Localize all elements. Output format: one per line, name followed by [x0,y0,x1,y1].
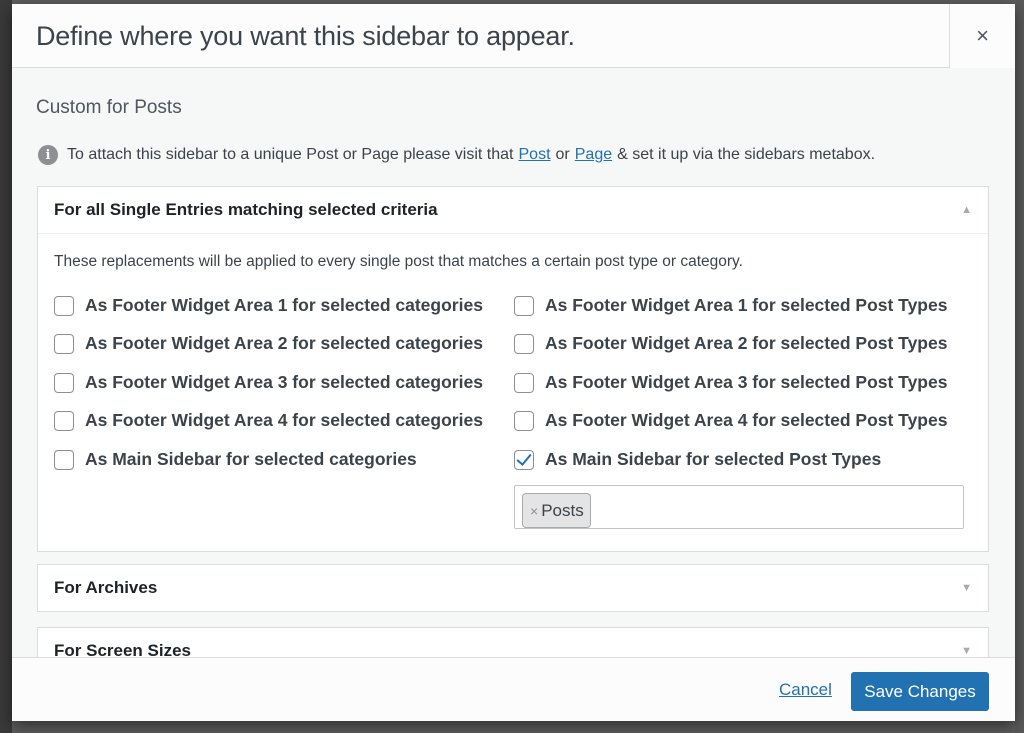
modal-body: Custom for Posts i To attach this sideba… [12,69,1015,657]
expand-arrow-icon: ▼ [961,645,972,657]
close-button[interactable]: × [949,4,1015,68]
option-area: As Footer Widget Area 2 [85,333,288,353]
option-suffix: for selected Post Types [752,295,948,315]
option-suffix: for selected Post Types [752,333,948,353]
option-suffix: for selected categories [226,449,417,469]
option-area: As Footer Widget Area 2 [545,333,748,353]
info-text-or: or [555,146,570,163]
option-footer-4-categories[interactable]: As Footer Widget Area 4 for selected cat… [54,410,483,431]
checkbox-checked[interactable] [514,449,534,470]
modal-title: Define where you want this sidebar to ap… [36,21,575,51]
page-link[interactable]: Page [575,146,612,164]
modal-footer: Cancel Save Changes [12,657,1015,721]
archives-panel: For Archives ▼ [37,564,989,612]
option-suffix: for selected categories [292,333,483,353]
backdrop-left [0,0,12,733]
option-main-sidebar-post-types[interactable]: As Main Sidebar for selected Post Types [514,449,881,470]
sidebar-location-modal: Define where you want this sidebar to ap… [12,4,1015,721]
collapse-arrow-icon: ▲ [961,204,972,216]
single-entries-panel-content: These replacements will be applied to ev… [38,233,988,551]
checkbox[interactable] [54,410,74,431]
info-icon: i [38,145,58,165]
option-suffix: for selected categories [292,410,483,430]
option-footer-4-post-types[interactable]: As Footer Widget Area 4 for selected Pos… [514,410,947,431]
post-types-select[interactable]: × Posts [514,485,964,529]
option-suffix: for selected Post Types [686,449,882,469]
option-suffix: for selected categories [292,372,483,392]
option-footer-1-categories[interactable]: As Footer Widget Area 1 for selected cat… [54,295,483,316]
save-changes-button[interactable]: Save Changes [851,672,989,711]
screen-sizes-panel: For Screen Sizes ▼ [37,627,989,657]
checkbox[interactable] [54,295,74,316]
modal-header: Define where you want this sidebar to ap… [12,4,1015,68]
option-footer-2-post-types[interactable]: As Footer Widget Area 2 for selected Pos… [514,333,947,354]
cancel-button[interactable]: Cancel [779,680,832,700]
option-footer-3-post-types[interactable]: As Footer Widget Area 3 for selected Pos… [514,372,947,393]
option-area: As Main Sidebar [545,449,682,469]
archives-panel-header[interactable]: For Archives ▼ [38,565,988,611]
option-footer-1-post-types[interactable]: As Footer Widget Area 1 for selected Pos… [514,295,947,316]
option-area: As Main Sidebar [85,449,222,469]
info-notice: i To attach this sidebar to a unique Pos… [38,145,875,165]
option-area: As Footer Widget Area 3 [85,372,288,392]
checkbox[interactable] [54,333,74,354]
single-entries-panel-header[interactable]: For all Single Entries matching selected… [38,187,988,233]
option-suffix: for selected Post Types [752,410,948,430]
expand-arrow-icon: ▼ [961,582,972,594]
option-area: As Footer Widget Area 4 [85,410,288,430]
info-text-before: To attach this sidebar to a unique Post … [67,146,514,163]
checkbox[interactable] [54,449,74,470]
option-footer-3-categories[interactable]: As Footer Widget Area 3 for selected cat… [54,372,483,393]
option-footer-2-categories[interactable]: As Footer Widget Area 2 for selected cat… [54,333,483,354]
single-entries-panel: For all Single Entries matching selected… [37,186,989,552]
panel-title: For all Single Entries matching selected… [54,200,438,219]
info-text-after: & set it up via the sidebars metabox. [617,146,876,163]
option-area: As Footer Widget Area 3 [545,372,748,392]
panel-description: These replacements will be applied to ev… [54,253,743,270]
option-area: As Footer Widget Area 1 [85,295,288,315]
checkbox[interactable] [514,372,534,393]
panel-title: For Archives [54,578,158,597]
option-area: As Footer Widget Area 1 [545,295,748,315]
option-suffix: for selected categories [292,295,483,315]
option-suffix: for selected Post Types [752,372,948,392]
tag-label: Posts [541,500,584,520]
option-area: As Footer Widget Area 4 [545,410,748,430]
option-main-sidebar-categories[interactable]: As Main Sidebar for selected categories [54,449,417,470]
checkbox[interactable] [514,295,534,316]
checkbox[interactable] [514,410,534,431]
screen-sizes-panel-header[interactable]: For Screen Sizes ▼ [38,628,988,657]
checkbox[interactable] [514,333,534,354]
remove-tag-icon[interactable]: × [530,503,538,519]
backdrop-right [1015,0,1024,733]
selected-tag-posts: × Posts [522,493,591,528]
sidebar-subtitle: Custom for Posts [36,97,182,118]
checkbox[interactable] [54,372,74,393]
post-link[interactable]: Post [519,146,551,164]
close-icon: × [976,23,989,48]
panel-title: For Screen Sizes [54,641,192,657]
